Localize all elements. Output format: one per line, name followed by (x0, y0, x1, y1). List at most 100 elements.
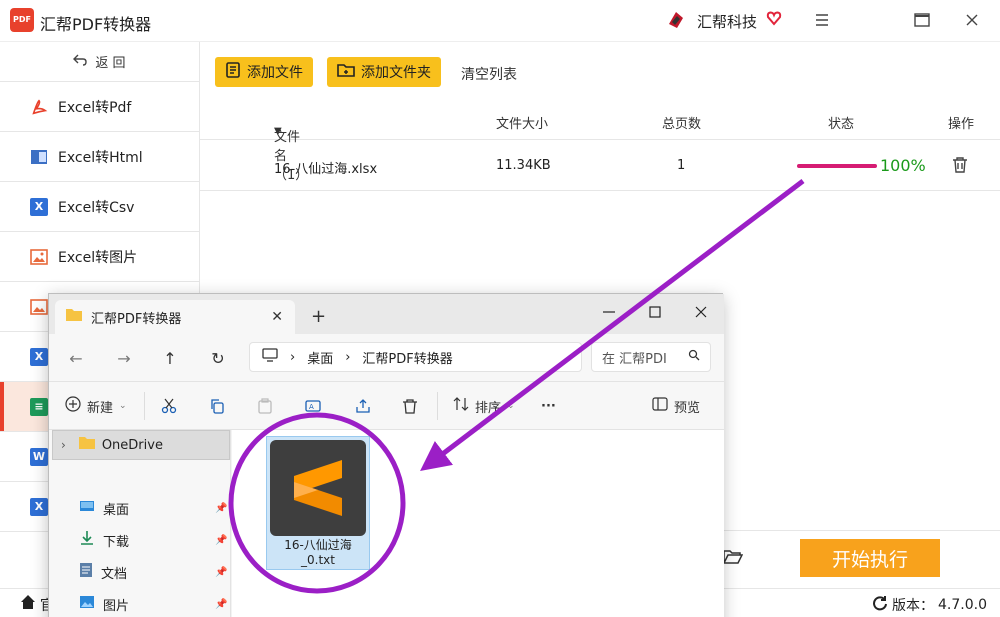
row-file-size: 11.34KB (496, 158, 551, 173)
copy-icon[interactable] (209, 396, 225, 416)
back-label: 返 回 (95, 56, 126, 71)
app-logo-icon: PDF (10, 8, 34, 32)
preview-pane-icon (652, 397, 668, 415)
explorer-nav-pane: › OneDrive 桌面 📌 下载 📌 文档 📌 图片 📌 (49, 430, 231, 617)
explorer-tab[interactable]: 汇帮PDF转换器 ✕ (55, 300, 295, 334)
share-icon[interactable] (355, 396, 371, 416)
excel-icon: X (30, 497, 48, 516)
add-file-button[interactable]: 添加文件 (215, 57, 313, 87)
chevron-down-icon: ⌄ (119, 401, 127, 411)
app-title: 汇帮PDF转换器 (40, 15, 152, 34)
nav-item-downloads[interactable]: 下载 📌 (79, 528, 229, 552)
nav-item-documents[interactable]: 文档 📌 (79, 560, 229, 584)
delete-icon[interactable] (402, 396, 418, 416)
chevron-right-icon: › (290, 349, 296, 365)
maximize-icon[interactable] (643, 302, 667, 322)
add-folder-button[interactable]: 添加文件夹 (327, 57, 441, 87)
new-label: 新建 (87, 400, 114, 416)
file-name-line1: 16-八仙过海 (284, 538, 352, 552)
home-icon[interactable] (20, 594, 36, 614)
file-item[interactable]: 16-八仙过海 _0.txt (266, 436, 370, 570)
file-table-header: ▼ 文件名（1） 文件大小 总页数 状态 操作 (200, 100, 1000, 183)
sidebar-item-excel-to-html[interactable]: Excel转Html (0, 132, 199, 182)
address-bar[interactable]: › 桌面 › 汇帮PDF转换器 (249, 342, 582, 372)
preview-button[interactable]: 预览 (652, 396, 700, 416)
pin-icon: 📌 (215, 566, 228, 578)
progress-percent: 100% (880, 156, 926, 175)
excel-icon: X (30, 347, 48, 366)
back-arrow-icon[interactable]: ← (67, 349, 85, 368)
sidebar-item-excel-to-csv[interactable]: X Excel转Csv (0, 182, 199, 232)
csv-icon: X (30, 197, 48, 216)
close-icon[interactable] (689, 302, 713, 322)
pdf-icon (30, 98, 48, 116)
add-folder-label: 添加文件夹 (361, 65, 431, 81)
onedrive-label: OneDrive (101, 437, 163, 453)
new-tab-icon[interactable]: + (311, 306, 326, 327)
delete-icon[interactable] (952, 156, 968, 178)
explorer-command-bar: 新建 ⌄ A 排序 ⌄ ··· 预览 (49, 382, 724, 430)
computer-icon (262, 348, 278, 366)
close-tab-icon[interactable]: ✕ (271, 309, 283, 325)
clear-list-button[interactable]: 清空列表 (461, 64, 517, 84)
explorer-nav-bar: ← → ↑ ↻ › 桌面 › 汇帮PDF转换器 在 汇帮PDI (49, 334, 724, 382)
new-button[interactable]: 新建 ⌄ (65, 396, 127, 416)
plus-circle-icon (65, 396, 81, 416)
more-options-button[interactable]: ··· (541, 396, 556, 416)
toolbar: 添加文件 添加文件夹 清空列表 (200, 42, 1000, 100)
forward-arrow-icon[interactable]: → (115, 349, 133, 368)
sort-label: 排序 (475, 400, 502, 416)
breadcrumb-folder[interactable]: 汇帮PDF转换器 (362, 348, 452, 367)
close-icon[interactable] (961, 9, 983, 31)
maximize-icon[interactable] (911, 9, 933, 31)
heart-badge-icon (766, 11, 782, 26)
table-row[interactable]: 16-八仙过海.xlsx 11.34KB 1 100% (200, 141, 1000, 191)
header-action: 操作 (948, 117, 975, 132)
breadcrumb-desktop[interactable]: 桌面 (307, 348, 333, 367)
download-icon (79, 530, 95, 550)
up-arrow-icon[interactable]: ↑ (161, 349, 179, 368)
rename-icon[interactable]: A (305, 396, 321, 416)
cut-icon[interactable] (161, 396, 177, 416)
refresh-icon[interactable] (872, 595, 888, 615)
chevron-right-icon: › (61, 438, 66, 452)
pin-icon: 📌 (215, 502, 228, 514)
back-arrow-icon (73, 54, 88, 70)
nav-item-desktop[interactable]: 桌面 📌 (79, 496, 229, 520)
folder-icon (78, 436, 96, 454)
sidebar-item-excel-to-pdf[interactable]: Excel转Pdf (0, 82, 199, 132)
sort-icon (453, 396, 469, 416)
txt-icon: ≡ (30, 397, 48, 416)
add-file-label: 添加文件 (247, 65, 303, 81)
folder-icon (65, 308, 83, 326)
chevron-right-icon: › (345, 349, 351, 365)
nav-label: 桌面 (103, 502, 130, 518)
version-info: 版本： 4.7.0.0 (872, 595, 987, 615)
nav-item-onedrive[interactable]: › OneDrive (52, 430, 230, 460)
nav-label: 图片 (103, 598, 130, 614)
svg-text:A: A (309, 403, 314, 411)
sidebar-item-excel-to-image[interactable]: Excel转图片 (0, 232, 199, 282)
search-box[interactable]: 在 汇帮PDI (591, 342, 711, 372)
back-button[interactable]: 返 回 (0, 42, 199, 82)
file-explorer-window: 汇帮PDF转换器 ✕ + ← → ↑ ↻ › 桌面 › 汇帮PDF转换器 在 汇… (48, 293, 724, 617)
refresh-icon[interactable]: ↻ (209, 349, 227, 368)
desktop-icon (79, 499, 95, 517)
sort-button[interactable]: 排序 ⌄ (453, 396, 515, 416)
nav-item-pictures[interactable]: 图片 📌 (79, 592, 229, 616)
start-button[interactable]: 开始执行 (800, 539, 940, 577)
add-folder-icon (337, 62, 355, 82)
brand-name: 汇帮科技 (697, 13, 758, 31)
file-name-line2: _0.txt (301, 553, 335, 567)
file-name: 16-八仙过海 _0.txt (268, 538, 368, 568)
paste-icon[interactable] (257, 396, 273, 416)
image-icon (30, 248, 48, 266)
minimize-icon[interactable] (597, 302, 621, 322)
brand-logo-icon (669, 12, 683, 28)
menu-icon[interactable] (811, 9, 833, 31)
header-status: 状态 (828, 117, 855, 132)
row-page-count: 1 (677, 158, 686, 173)
open-folder-icon[interactable] (722, 549, 745, 567)
search-placeholder: 在 汇帮PDI (602, 351, 667, 367)
nav-label: 文档 (101, 566, 128, 582)
